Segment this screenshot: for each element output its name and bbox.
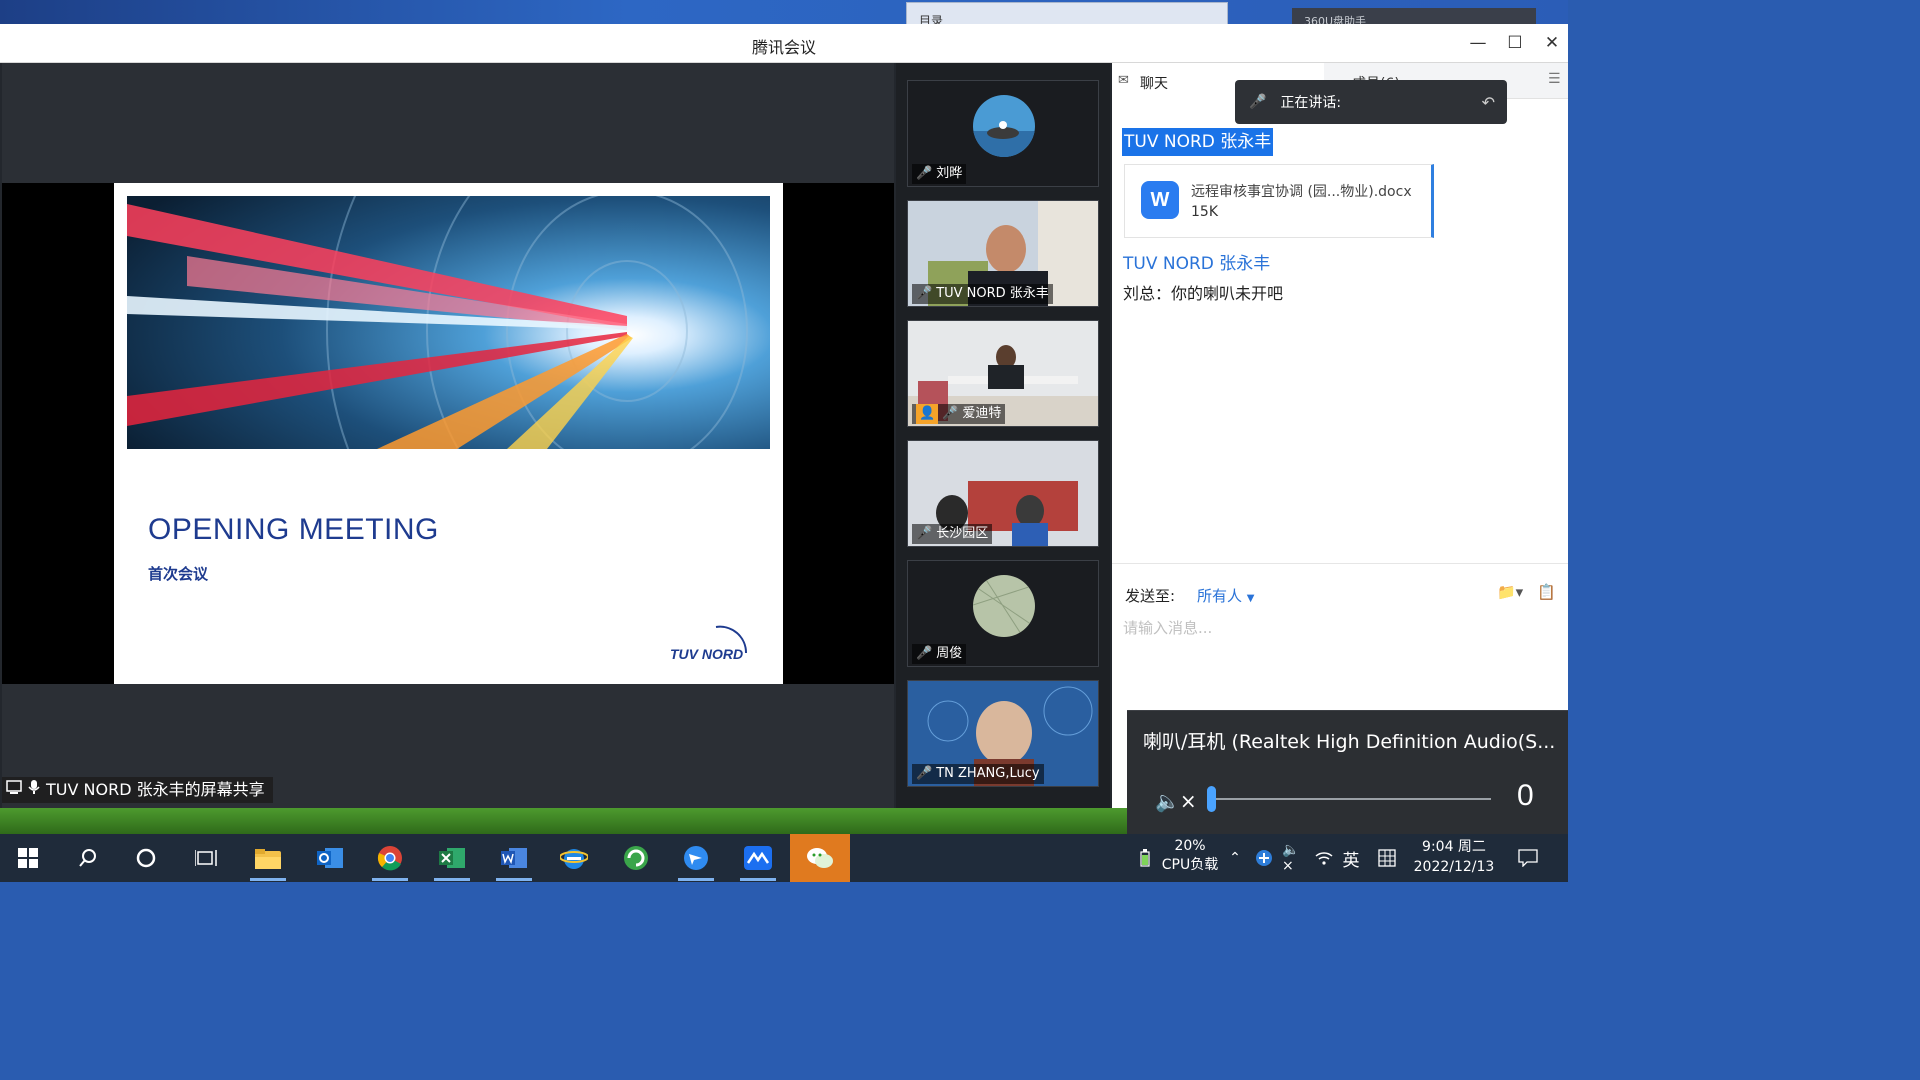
360-browser-icon[interactable]	[608, 834, 664, 882]
video-tile[interactable]: 🎤 TUV NORD 张永丰	[907, 200, 1099, 307]
microphone-icon	[28, 777, 40, 803]
cpu-label: CPU负载	[1161, 857, 1219, 873]
screen-share-label: TUV NORD 张永丰的屏幕共享	[2, 777, 273, 803]
audio-device-name: 喇叭/耳机 (Realtek High Definition Audio(S..…	[1143, 731, 1556, 753]
muted-mic-icon: 🎤	[916, 646, 933, 661]
chrome-icon[interactable]	[362, 834, 418, 882]
windows-start-icon[interactable]	[0, 834, 56, 882]
avatar	[973, 95, 1035, 157]
message-input[interactable]: 请输入消息...	[1123, 617, 1212, 638]
volume-popup: 喇叭/耳机 (Realtek High Definition Audio(S..…	[1127, 710, 1568, 834]
microphone-icon: 🎤	[916, 766, 933, 781]
microphone-icon: 🎤	[1249, 94, 1267, 110]
announcement-icon[interactable]: 📋	[1537, 583, 1556, 601]
reply-icon[interactable]: ↶	[1482, 93, 1495, 112]
ime-language-indicator[interactable]: 英	[1338, 834, 1364, 882]
avatar	[973, 575, 1035, 637]
task-view-icon[interactable]	[178, 834, 234, 882]
message-sender: TUV NORD 张永丰	[1123, 254, 1271, 274]
video-tile[interactable]: 🎤 刘晔	[907, 80, 1099, 187]
tuv-nord-logo: TUV NORD	[670, 623, 752, 667]
speaking-indicator: 🎤 正在讲话: ↶	[1235, 80, 1507, 124]
notification-icon[interactable]	[1512, 834, 1544, 882]
word-icon[interactable]	[486, 834, 542, 882]
ime-layout-icon[interactable]	[1374, 834, 1400, 882]
maximize-icon[interactable]: ☐	[1501, 30, 1529, 56]
folder-icon[interactable]: 📁▾	[1497, 583, 1523, 601]
active-indicator	[740, 878, 776, 881]
search-icon[interactable]	[60, 834, 116, 882]
active-indicator	[496, 878, 532, 881]
menu-icon[interactable]: ☰	[1548, 71, 1561, 87]
file-attachment[interactable]: W 远程审核事宜协调 (园...物业).docx 15K	[1124, 164, 1434, 238]
cpu-load-widget[interactable]: 20% CPU负载	[1156, 837, 1224, 875]
microphone-icon: 🎤	[916, 526, 933, 541]
clock-time: 9:04 周二	[1422, 839, 1486, 855]
close-icon[interactable]: ✕	[1538, 30, 1566, 56]
active-indicator	[434, 878, 470, 881]
tencent-meeting-icon[interactable]	[730, 834, 786, 882]
window-title: 腾讯会议	[751, 38, 816, 57]
divider	[1112, 563, 1568, 564]
background-window-catalog[interactable]: 目录	[906, 2, 1228, 26]
send-to-label: 发送至:	[1125, 587, 1176, 605]
title-bar: 腾讯会议 — ☐ ✕	[0, 24, 1568, 63]
wechat-icon[interactable]	[790, 834, 850, 882]
wifi-icon[interactable]	[1312, 834, 1336, 882]
volume-slider[interactable]	[1211, 798, 1491, 800]
slide-viewport: OPENING MEETING 首次会议 TUV NORD	[2, 183, 894, 684]
outlook-icon[interactable]	[302, 834, 358, 882]
feishu-icon[interactable]	[668, 834, 724, 882]
minimize-icon[interactable]: —	[1464, 30, 1492, 56]
internet-explorer-icon[interactable]	[546, 834, 602, 882]
presentation-slide: OPENING MEETING 首次会议 TUV NORD	[114, 183, 783, 684]
video-column: 🎤 刘晔 🎤 TUV NORD 张永丰 👤 🎤 爱迪特 🎤 长沙园区 🎤 周俊 🎤 TN ZH…	[896, 63, 1110, 808]
tunnel-photo	[127, 196, 770, 449]
video-tile[interactable]: 🎤 长沙园区	[907, 440, 1099, 547]
muted-mic-icon: 🎤	[942, 406, 959, 421]
speaker-muted-icon[interactable]: 🔈×	[1155, 789, 1197, 813]
chat-panel: ✉ 聊天 成员(6) ☰ 🎤 正在讲话: ↶ TUV NORD 张永丰 W 远程…	[1112, 63, 1568, 808]
desktop-wallpaper-strip	[0, 808, 1127, 834]
message-text: 刘总：你的喇叭未开吧	[1123, 284, 1284, 303]
video-tile[interactable]: 👤 🎤 爱迪特	[907, 320, 1099, 427]
volume-level: 0	[1517, 779, 1534, 812]
word-file-icon: W	[1141, 181, 1179, 219]
video-tile[interactable]: 🎤 TN ZHANG,Lucy	[907, 680, 1099, 787]
slide-title: OPENING MEETING	[148, 513, 439, 546]
clock-date: 2022/12/13	[1413, 859, 1495, 875]
file-size: 15K	[1191, 204, 1218, 220]
speaker-muted-icon[interactable]: 🔈×	[1282, 834, 1306, 882]
screen-share-icon	[6, 777, 22, 803]
person-icon: 👤	[916, 404, 939, 424]
battery-icon[interactable]	[1136, 834, 1154, 882]
message-sender: TUV NORD 张永丰	[1122, 128, 1274, 156]
chat-icon: ✉	[1118, 73, 1129, 88]
svg-text:TUV NORD: TUV NORD	[670, 646, 743, 662]
microphone-icon: 🎤	[916, 286, 933, 301]
slide-subtitle: 首次会议	[148, 565, 209, 583]
send-to-dropdown[interactable]: 所有人 ▼	[1197, 585, 1255, 606]
chevron-up-icon[interactable]: ⌃	[1224, 834, 1246, 882]
clock[interactable]: 9:04 周二 2022/12/13	[1404, 837, 1504, 877]
video-tile[interactable]: 🎤 周俊	[907, 560, 1099, 667]
meeting-window: 腾讯会议 — ☐ ✕ OPENING MEETING 首次会议 TUV NORD…	[0, 24, 1568, 808]
volume-slider-thumb[interactable]	[1207, 786, 1216, 812]
file-explorer-icon[interactable]	[240, 834, 296, 882]
active-indicator	[678, 878, 714, 881]
file-name: 远程审核事宜协调 (园...物业).docx	[1191, 184, 1412, 200]
cortana-icon[interactable]	[118, 834, 174, 882]
active-indicator	[250, 878, 286, 881]
active-indicator	[372, 878, 408, 881]
microphone-icon: 🎤	[916, 166, 933, 181]
screen-share-area[interactable]: OPENING MEETING 首次会议 TUV NORD TUV NORD 张…	[2, 63, 894, 808]
excel-icon[interactable]	[424, 834, 480, 882]
taskbar: 20% CPU负载 ⌃ 🔈× 英 9:04 周二 2022/12/13	[0, 834, 1568, 882]
shield-icon[interactable]	[1252, 834, 1276, 882]
cpu-percent: 20%	[1174, 838, 1206, 854]
chevron-down-icon: ▼	[1246, 593, 1255, 604]
